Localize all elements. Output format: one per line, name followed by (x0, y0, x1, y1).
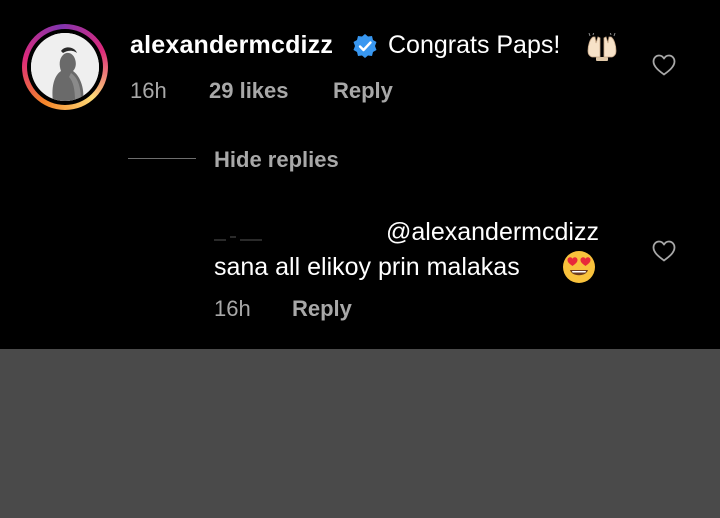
raised-hands-emoji (587, 33, 617, 61)
replies-divider (128, 158, 196, 159)
comment-likes-count[interactable]: 29 likes (209, 78, 289, 104)
comment-username[interactable]: alexandermcdizz (130, 31, 333, 60)
comment-timestamp: 16h (130, 78, 167, 103)
empty-area (0, 349, 720, 518)
comment-reply-button[interactable]: Reply (333, 78, 393, 104)
heart-outline-icon[interactable] (651, 239, 677, 263)
reply-reply-button[interactable]: Reply (292, 296, 352, 322)
reply-text: sana all elikoy prin malakas (214, 253, 520, 281)
comment-text: Congrats Paps! (388, 31, 561, 59)
comments-panel: alexandermcdizz Congrats Paps! 16h 29 li… (0, 0, 720, 349)
heart-eyes-emoji (563, 251, 595, 283)
avatar-photo (31, 33, 99, 101)
reply-timestamp: 16h (214, 296, 251, 321)
hide-replies-button[interactable]: Hide replies (214, 147, 339, 173)
reply-username-redacted (214, 236, 262, 241)
avatar[interactable] (22, 24, 108, 110)
heart-outline-icon[interactable] (651, 53, 677, 77)
verified-badge-icon (353, 34, 377, 58)
reply-mention-link[interactable]: @alexandermcdizz (386, 218, 599, 247)
